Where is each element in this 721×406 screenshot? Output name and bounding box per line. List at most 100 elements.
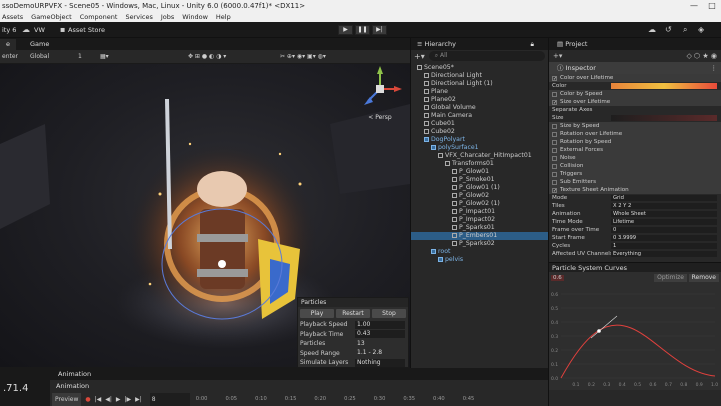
last-frame-icon[interactable]: ▶| <box>135 393 142 406</box>
timeline-ruler[interactable]: 0:00 0:05 0:10 0:15 0:20 0:25 0:30 0:35 0:40 0:45 <box>196 393 475 406</box>
play-anim-icon[interactable]: ▶ <box>116 393 121 406</box>
first-frame-icon[interactable]: |◀ <box>95 393 102 406</box>
play-particles-button[interactable]: Play <box>300 309 334 318</box>
hierarchy-item[interactable]: Cube02 <box>411 128 548 136</box>
inspector-field[interactable]: 1 <box>611 243 717 249</box>
snap-field[interactable]: 1 <box>78 52 82 62</box>
inspector-row[interactable]: Size by Speed <box>549 122 721 130</box>
module-checkbox[interactable] <box>552 147 557 153</box>
maximize-button[interactable]: □ <box>703 0 721 12</box>
inspector-row[interactable]: Tiles X 2 Y 2 <box>549 202 721 210</box>
step-button[interactable]: ▶| <box>372 25 387 35</box>
menu-window[interactable]: Window <box>182 13 208 21</box>
curve-keyframe[interactable] <box>597 329 601 333</box>
inspector-row[interactable]: Affected UV Channels Everything <box>549 250 721 258</box>
animation-top-tab[interactable]: Animation <box>50 369 410 380</box>
orientation-gizmo[interactable]: < Persp <box>352 66 408 124</box>
hierarchy-item[interactable]: P_Glow01 <box>411 168 548 176</box>
inspector-row[interactable]: ✓ Texture Sheet Animation <box>549 186 721 194</box>
hierarchy-item[interactable]: Main Camera <box>411 112 548 120</box>
frame-field[interactable]: 8 <box>149 393 190 406</box>
hierarchy-item[interactable]: root <box>411 248 548 256</box>
tab-scene[interactable]: e <box>0 39 16 50</box>
optimize-button[interactable]: Optimize <box>654 274 687 282</box>
search-icon[interactable]: ⌕ <box>683 25 687 35</box>
simulate-layers-dropdown[interactable]: Nothing <box>355 358 405 367</box>
hierarchy-item[interactable]: Directional Light (1) <box>411 80 548 88</box>
hierarchy-item[interactable]: polySurface1 <box>411 144 548 152</box>
playback-speed-field[interactable]: 1.00 <box>355 320 405 329</box>
module-checkbox[interactable]: ✓ <box>552 99 557 105</box>
module-checkbox[interactable]: ✓ <box>552 187 557 193</box>
curve-plot[interactable]: 0.6 0.5 0.4 0.3 0.2 0.1 0.0 0.1 0.2 0.3 0.4 0.5 0.6 0… <box>549 284 721 390</box>
hierarchy-item[interactable]: Transforms01 <box>411 160 548 168</box>
history-icon[interactable]: ↺ <box>665 25 672 35</box>
module-checkbox[interactable] <box>552 155 557 161</box>
inspector-row[interactable]: Collision <box>549 162 721 170</box>
inspector-row[interactable]: Mode Grid <box>549 194 721 202</box>
size-curve-field[interactable] <box>611 115 717 121</box>
tab-game[interactable]: Game <box>24 39 55 50</box>
hierarchy-tab[interactable]: ≡ Hierarchy 🔒︎ <box>411 38 548 50</box>
inspector-row[interactable]: Cycles 1 <box>549 242 721 250</box>
hierarchy-item[interactable]: Directional Light <box>411 72 548 80</box>
curve-scale-field[interactable]: 0.6 <box>551 275 564 281</box>
inspector-row[interactable]: Size <box>549 114 721 122</box>
inspector-row[interactable]: ✓ Color over Lifetime <box>549 74 721 82</box>
inspector-field[interactable]: X 2 Y 2 <box>611 203 717 209</box>
minimize-button[interactable]: — <box>685 0 703 12</box>
hierarchy-item[interactable]: VFX_Charcater_HitImpact01 <box>411 152 548 160</box>
restart-particles-button[interactable]: Restart <box>336 309 370 318</box>
project-add-icon[interactable]: +▾ <box>553 52 562 60</box>
inspector-row[interactable]: Start Frame 0 3.9999 <box>549 234 721 242</box>
hierarchy-search-input[interactable]: ⌕ All <box>428 51 545 61</box>
hierarchy-item[interactable]: P_Glow02 (1) <box>411 200 548 208</box>
menu-services[interactable]: Services <box>125 13 152 21</box>
inspector-row[interactable]: Noise <box>549 154 721 162</box>
inspector-row[interactable]: Frame over Time 0 <box>549 226 721 234</box>
hierarchy-item[interactable]: Scene05* <box>411 64 548 72</box>
gizmo-icons[interactable]: ✂ ⊕▾ ◉▾ ▣▾ ◍▾ <box>280 52 326 62</box>
inspector-field[interactable]: Lifetime <box>611 219 717 225</box>
lock-icon[interactable]: 🔒︎ <box>531 38 534 50</box>
curve-tangent-handle[interactable] <box>590 315 618 339</box>
playback-time-field[interactable]: 0.43 <box>355 330 405 339</box>
inspector-tab[interactable]: ⓘ Inspector ⋮ <box>549 62 721 74</box>
play-button[interactable]: ▶ <box>338 25 353 35</box>
hierarchy-item[interactable]: DogPolyart <box>411 136 548 144</box>
module-checkbox[interactable] <box>552 171 557 177</box>
asset-store-button[interactable]: Asset Store <box>68 25 105 35</box>
menu-help[interactable]: Help <box>216 13 231 21</box>
hierarchy-item[interactable]: P_Glow01 (1) <box>411 184 548 192</box>
hierarchy-item[interactable]: Plane <box>411 88 548 96</box>
size-curve-line[interactable] <box>560 324 716 379</box>
inspector-field[interactable]: 0 3.9999 <box>611 235 717 241</box>
module-checkbox[interactable]: ✓ <box>552 75 557 81</box>
vw-dropdown[interactable]: VW <box>34 25 45 35</box>
stop-particles-button[interactable]: Stop <box>372 309 406 318</box>
preview-button[interactable]: Preview <box>52 393 82 406</box>
global-dropdown[interactable]: Global <box>30 52 49 62</box>
inspector-row[interactable]: External Forces <box>549 146 721 154</box>
cloud-icon[interactable]: ☁ <box>22 25 30 35</box>
persp-label[interactable]: < Persp <box>352 114 408 121</box>
hierarchy-item[interactable]: Plane02 <box>411 96 548 104</box>
inspector-row[interactable]: Separate Axes <box>549 106 721 114</box>
menu-assets[interactable]: Assets <box>2 13 23 21</box>
inspector-field[interactable]: Whole Sheet <box>611 211 717 217</box>
record-icon[interactable]: ● <box>85 393 90 406</box>
module-checkbox[interactable] <box>552 131 557 137</box>
pause-button[interactable]: ❚❚ <box>355 25 370 35</box>
hierarchy-item[interactable]: P_Sparks02 <box>411 240 548 248</box>
hierarchy-item[interactable]: P_Impact02 <box>411 216 548 224</box>
module-checkbox[interactable] <box>552 139 557 145</box>
inspector-row[interactable]: Color by Speed <box>549 90 721 98</box>
project-tools-icons[interactable]: ◇ ⬡ ★ ◉ <box>686 52 717 60</box>
inspector-row[interactable]: Sub Emitters <box>549 178 721 186</box>
prev-frame-icon[interactable]: ◀| <box>105 393 112 406</box>
hierarchy-item[interactable]: Global Volume <box>411 104 548 112</box>
layers-icon[interactable]: ◈ <box>698 25 704 35</box>
add-icon[interactable]: +▾ <box>414 52 425 61</box>
module-checkbox[interactable] <box>552 91 557 97</box>
inspector-row[interactable]: Rotation over Lifetime <box>549 130 721 138</box>
